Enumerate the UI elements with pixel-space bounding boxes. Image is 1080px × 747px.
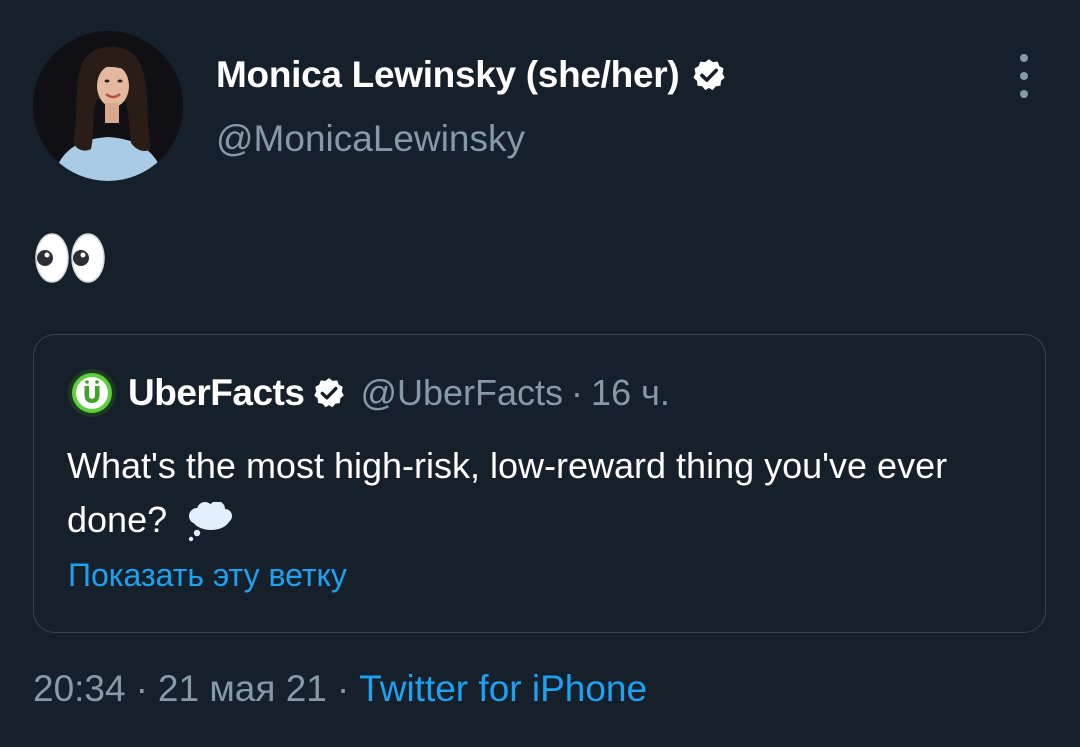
quoted-tweet-card[interactable]: UberFacts @UberFacts · 16 ч. What's the … [33, 334, 1046, 633]
quoted-timestamp[interactable]: 16 ч. [591, 372, 670, 414]
quoted-tweet-text: What's the most high-risk, low-reward th… [67, 439, 1007, 547]
more-vertical-icon [1020, 54, 1028, 62]
tweet-meta: 20:34 · 21 мая 21 · Twitter for iPhone [33, 668, 647, 710]
quoted-tweet-header: UberFacts @UberFacts · 16 ч. [68, 369, 670, 417]
tweet-detail: Monica Lewinsky (she/her) @MonicaLewinsk… [0, 0, 1080, 747]
verified-badge-icon [314, 378, 345, 408]
quoted-handle[interactable]: @UberFacts [360, 372, 563, 414]
uberfacts-logo-icon[interactable] [68, 369, 116, 417]
author-name-row[interactable]: Monica Lewinsky (she/her) [216, 50, 727, 100]
more-dot [1020, 72, 1028, 80]
verified-badge-icon [693, 59, 725, 91]
separator-dot: · [336, 668, 350, 709]
tweet-date[interactable]: 21 мая 21 [158, 668, 327, 710]
separator-dot: · [571, 372, 584, 413]
profile-photo [33, 31, 183, 181]
separator-dot: · [135, 668, 148, 709]
tweet-text [34, 228, 106, 288]
more-options-button[interactable] [1004, 54, 1044, 98]
eyes-emoji [35, 233, 105, 283]
tweet-time[interactable]: 20:34 [33, 668, 126, 710]
quoted-display-name[interactable]: UberFacts [128, 372, 305, 414]
author-handle[interactable]: @MonicaLewinsky [216, 118, 525, 160]
author-avatar[interactable] [33, 31, 183, 181]
show-thread-link[interactable]: Показать эту ветку [68, 557, 347, 594]
thought-balloon-emoji [188, 502, 233, 542]
tweet-source-link[interactable]: Twitter for iPhone [359, 668, 647, 710]
author-display-name[interactable]: Monica Lewinsky (she/her) [216, 54, 680, 96]
more-dot [1020, 90, 1028, 98]
